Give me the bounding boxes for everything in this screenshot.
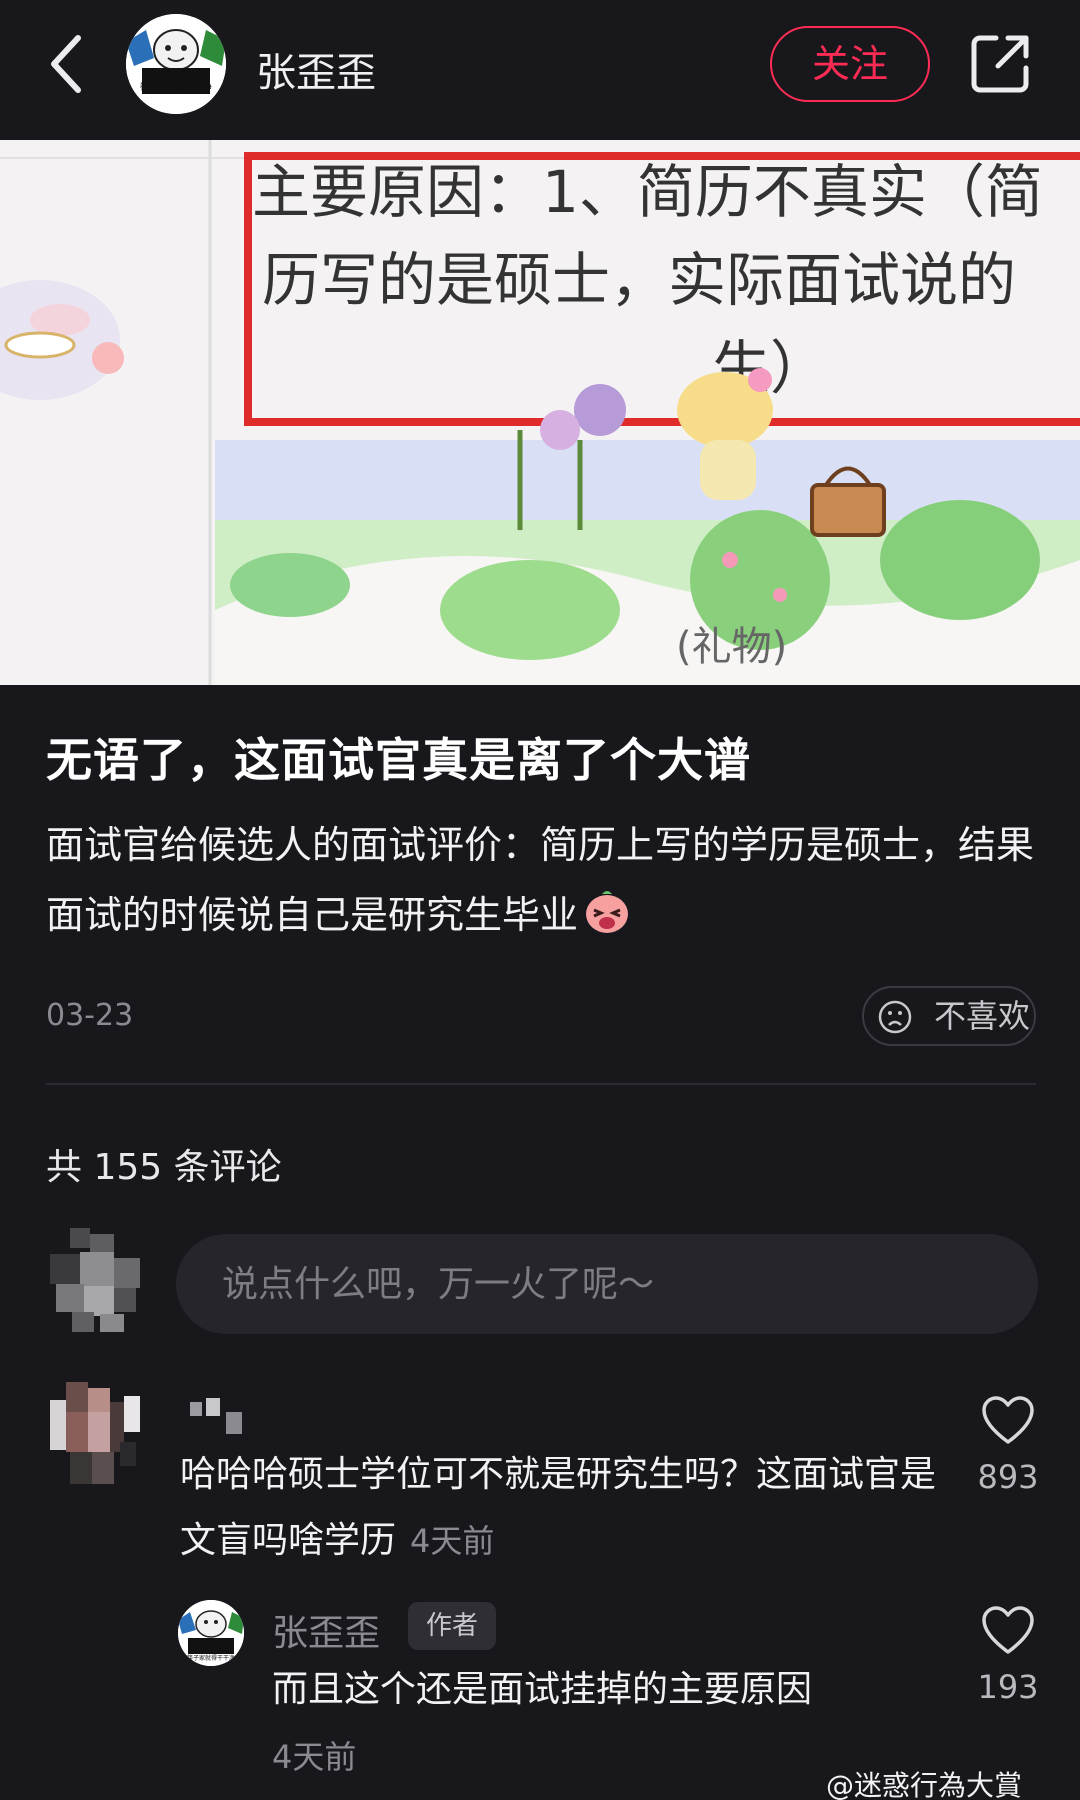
reply-avatar-caption: 筷子家就得干干净 <box>187 1654 235 1662</box>
comment-like-button[interactable]: 893 <box>958 1396 1058 1496</box>
post-image[interactable]: 主要原因：1、简历不真实（简 历写的是硕士，实际面试说的 生） (礼物) <box>0 140 1080 685</box>
back-arrow-icon[interactable] <box>40 28 100 100</box>
comment-time: 4天前 <box>410 1522 495 1560</box>
comment-body: 哈哈哈硕士学位可不就是研究生吗？这面试官是文盲吗啥学历 <box>180 1454 937 1561</box>
top-bar: 筷子家就得干干净 张歪歪 关注 <box>0 0 1080 140</box>
reply-time: 4天前 <box>272 1738 357 1776</box>
banner-text-line-2: 历写的是硕士，实际面试说的 <box>262 246 1016 314</box>
heart-icon <box>982 1396 1034 1444</box>
reply-like-count: 193 <box>977 1668 1039 1706</box>
weibo-watermark: @迷惑行為大賞 <box>826 1769 1023 1800</box>
reply-text: 而且这个还是面试挂掉的主要原因 <box>272 1669 813 1710</box>
post-body-text: 面试官给候选人的面试评价：简历上写的学历是硕士，结果面试的时候说自己是研究生毕业 <box>46 823 1035 937</box>
follow-button[interactable]: 关注 <box>770 26 930 102</box>
share-icon[interactable] <box>968 30 1034 96</box>
comment-like-count: 893 <box>977 1458 1039 1496</box>
banner-text-line-1: 主要原因：1、简历不真实（简 <box>252 158 1043 226</box>
heart-icon <box>982 1606 1034 1654</box>
banner-bottom-text: (礼物) <box>676 624 787 670</box>
current-user-avatar <box>50 1228 140 1332</box>
commenter-name-pixelated[interactable] <box>186 1394 246 1434</box>
comment-count: 共 155 条评论 <box>46 1147 282 1188</box>
post-body: 面试官给候选人的面试评价：简历上写的学历是硕士，结果面试的时候说自己是研究生毕业 <box>46 810 1036 950</box>
author-badge: 作者 <box>408 1602 497 1650</box>
post-date: 03-23 <box>46 998 134 1033</box>
reply-author-avatar[interactable]: 筷子家就得干干净 <box>178 1600 244 1666</box>
reply-author-name[interactable]: 张歪歪 <box>272 1604 380 1656</box>
sad-face-icon <box>878 1000 912 1034</box>
author-avatar[interactable]: 筷子家就得干干净 <box>126 14 226 114</box>
commenter-avatar[interactable] <box>50 1382 140 1486</box>
comment-input-box[interactable] <box>176 1234 1038 1334</box>
comment-input[interactable] <box>176 1234 1038 1334</box>
reply-like-button[interactable]: 193 <box>958 1606 1058 1706</box>
laughing-face-icon <box>586 891 629 933</box>
dislike-button[interactable]: 不喜欢 <box>862 986 1036 1046</box>
divider <box>46 1083 1036 1085</box>
author-name[interactable]: 张歪歪 <box>256 40 376 98</box>
dislike-label: 不喜欢 <box>934 997 1031 1035</box>
post-title: 无语了，这面试官真是离了个大谱 <box>46 733 751 787</box>
avatar-caption: 筷子家就得干干净 <box>140 81 212 93</box>
comment-text: 哈哈哈硕士学位可不就是研究生吗？这面试官是文盲吗啥学历 4天前 <box>180 1442 950 1574</box>
